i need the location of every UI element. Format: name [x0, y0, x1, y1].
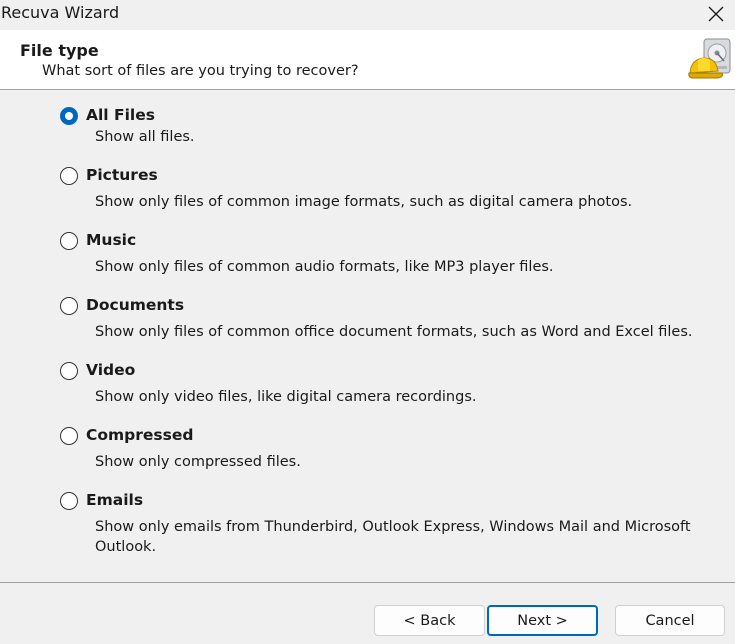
- close-button[interactable]: [697, 0, 735, 30]
- radio-pictures[interactable]: [60, 167, 78, 185]
- option-label[interactable]: Pictures: [86, 165, 158, 185]
- title-bar: Recuva Wizard: [0, 0, 735, 30]
- radio-documents[interactable]: [60, 297, 78, 315]
- close-icon: [708, 6, 724, 22]
- option-description: Show only files of common office documen…: [95, 324, 693, 340]
- radio-video[interactable]: [60, 362, 78, 380]
- cancel-button[interactable]: Cancel: [615, 605, 725, 636]
- wizard-header: File type What sort of files are you try…: [0, 30, 735, 90]
- option-description: Show only files of common audio formats,…: [95, 259, 554, 275]
- radio-all-files[interactable]: [60, 107, 78, 125]
- option-label[interactable]: All Files: [86, 105, 155, 125]
- page-subtitle: What sort of files are you trying to rec…: [42, 63, 359, 79]
- option-description: Show only files of common image formats,…: [95, 194, 633, 210]
- option-label[interactable]: Compressed: [86, 425, 194, 445]
- option-description: Show all files.: [95, 129, 195, 145]
- option-description: Show only compressed files.: [95, 454, 301, 470]
- option-label[interactable]: Video: [86, 360, 135, 380]
- option-label[interactable]: Music: [86, 230, 136, 250]
- back-button[interactable]: < Back: [374, 605, 485, 636]
- next-button[interactable]: Next >: [487, 605, 598, 636]
- recuva-wizard-window: Recuva Wizard File type What sort of fil…: [0, 0, 735, 644]
- option-label[interactable]: Emails: [86, 490, 143, 510]
- option-description: Show only emails from Thunderbird, Outlo…: [95, 519, 691, 555]
- radio-compressed[interactable]: [60, 427, 78, 445]
- window-title: Recuva Wizard: [1, 3, 120, 22]
- page-title: File type: [20, 41, 99, 60]
- option-label[interactable]: Documents: [86, 295, 184, 315]
- footer-divider: [0, 582, 735, 583]
- option-description: Show only video files, like digital came…: [95, 389, 477, 405]
- radio-emails[interactable]: [60, 492, 78, 510]
- radio-music[interactable]: [60, 232, 78, 250]
- recuva-hardhat-drive-icon: [688, 38, 731, 79]
